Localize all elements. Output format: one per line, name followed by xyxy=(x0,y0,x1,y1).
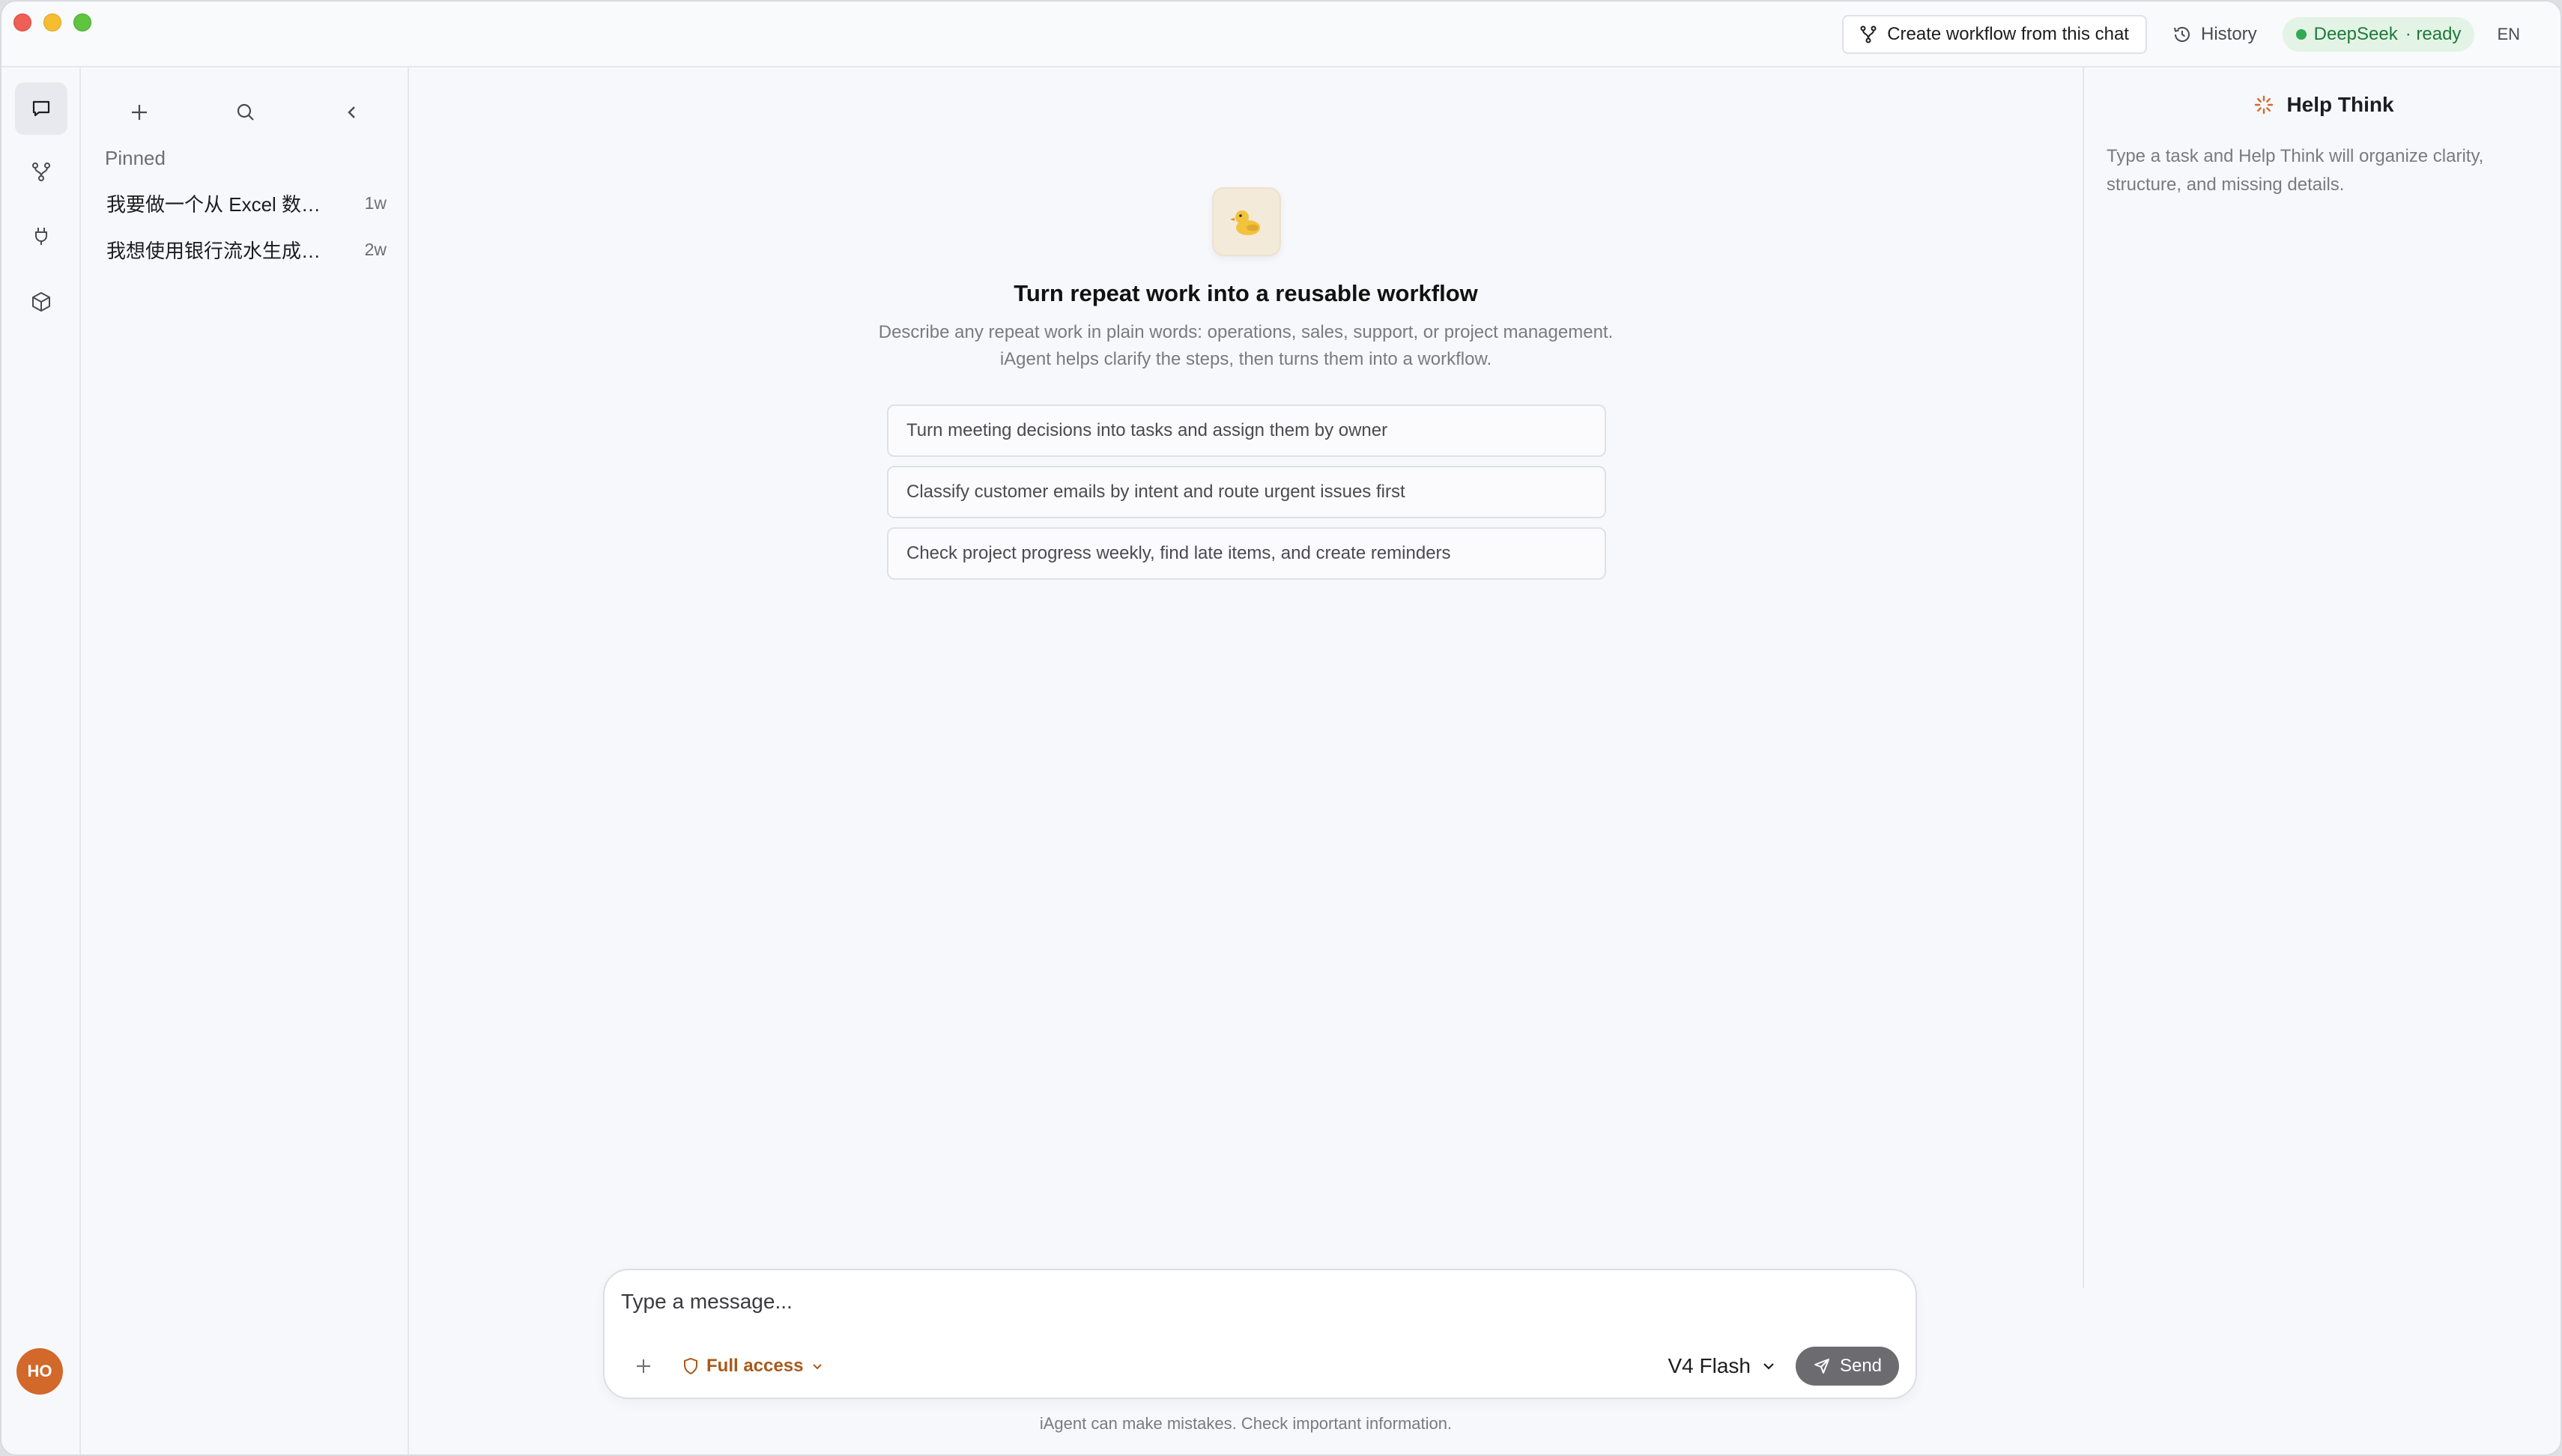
sidebar-toolbar xyxy=(81,90,408,135)
rail-chat-button[interactable] xyxy=(15,82,67,135)
cube-icon xyxy=(32,292,50,312)
icon-rail: HO xyxy=(1,67,81,1455)
search-chats-button[interactable] xyxy=(223,90,268,135)
provider-name: DeepSeek xyxy=(2313,24,2398,44)
chat-bubble-icon xyxy=(32,100,50,117)
help-think-header: Help Think xyxy=(2084,93,2561,117)
zoom-window-button[interactable] xyxy=(73,13,91,31)
history-icon xyxy=(2174,27,2190,42)
hero-title: Turn repeat work into a reusable workflo… xyxy=(1014,280,1478,306)
app-window: Create workflow from this chat History D… xyxy=(0,0,2562,1456)
language-toggle[interactable]: EN xyxy=(2497,25,2520,44)
access-level-dropdown[interactable]: Full access xyxy=(682,1350,824,1383)
send-label: Send xyxy=(1839,1356,1883,1376)
spinner-icon xyxy=(2255,95,2274,115)
duck-logo-icon xyxy=(1212,187,1281,256)
main-chat-area: Turn repeat work into a reusable workflo… xyxy=(409,67,2083,1455)
chat-time: 2w xyxy=(364,239,387,259)
pinned-section-label: Pinned xyxy=(105,147,166,169)
window-controls xyxy=(13,13,91,31)
chat-list-item[interactable]: 我要做一个从 Excel 数据… 1w xyxy=(96,181,399,225)
status-dot-icon xyxy=(2295,29,2307,40)
suggestion-chip[interactable]: Check project progress weekly, find late… xyxy=(887,527,1606,580)
history-label: History xyxy=(2200,24,2257,44)
chat-title: 我想使用银行流水生成报表 xyxy=(106,239,331,262)
rail-packages-button[interactable] xyxy=(15,276,67,328)
create-workflow-label: Create workflow from this chat xyxy=(1887,24,2129,44)
disclaimer-text: iAgent can make mistakes. Check importan… xyxy=(1039,1414,1453,1433)
workflow-icon xyxy=(32,163,50,181)
create-workflow-button[interactable]: Create workflow from this chat xyxy=(1842,15,2147,54)
search-icon xyxy=(237,103,254,121)
model-label: V4 Flash xyxy=(1668,1354,1751,1377)
message-input[interactable] xyxy=(621,1284,1895,1320)
provider-status: · ready xyxy=(2405,24,2462,44)
rail-plugins-button[interactable] xyxy=(15,210,67,262)
send-icon xyxy=(1814,1359,1829,1374)
attach-button[interactable] xyxy=(627,1350,660,1383)
access-level-label: Full access xyxy=(706,1356,804,1376)
new-chat-button[interactable] xyxy=(117,90,162,135)
send-button[interactable]: Send xyxy=(1796,1347,1899,1386)
close-window-button[interactable] xyxy=(13,13,31,31)
rail-workflow-button[interactable] xyxy=(15,145,67,198)
top-actions: Create workflow from this chat History D… xyxy=(1842,15,2520,54)
suggestion-chip[interactable]: Classify customer emails by intent and r… xyxy=(887,466,1606,518)
user-avatar[interactable]: HO xyxy=(16,1348,63,1395)
title-bar: Create workflow from this chat History D… xyxy=(1,1,2561,67)
chevron-left-icon xyxy=(348,106,355,118)
chat-list-item[interactable]: 我想使用银行流水生成报表 2w xyxy=(96,228,399,271)
hero-description: Describe any repeat work in plain words:… xyxy=(878,322,1614,369)
minimize-window-button[interactable] xyxy=(43,13,61,31)
chat-title: 我要做一个从 Excel 数据… xyxy=(106,192,331,216)
chat-time: 1w xyxy=(364,192,387,213)
chevron-down-icon xyxy=(813,1364,823,1370)
help-think-description: Type a task and Help Think will organize… xyxy=(2107,146,2484,195)
help-think-panel: Help Think Type a task and Help Think wi… xyxy=(2083,67,2561,1288)
plug-icon xyxy=(35,228,47,245)
plus-icon xyxy=(637,1359,650,1373)
provider-status-badge[interactable]: DeepSeek · ready xyxy=(2282,17,2475,52)
message-composer: Full access V4 Flash Send xyxy=(603,1269,1917,1399)
suggestion-chip[interactable]: Turn meeting decisions into tasks and as… xyxy=(887,404,1606,457)
collapse-sidebar-button[interactable] xyxy=(330,90,375,135)
chat-sidebar: Pinned 我要做一个从 Excel 数据… 1w 我想使用银行流水生成报表 … xyxy=(81,67,409,1455)
help-think-title: Help Think xyxy=(2286,93,2394,116)
history-button[interactable]: History xyxy=(2162,15,2268,54)
chevron-down-icon xyxy=(1763,1363,1774,1370)
plus-icon xyxy=(132,105,147,120)
workflow-icon xyxy=(1860,25,1877,43)
model-selector[interactable]: V4 Flash xyxy=(1668,1348,1777,1384)
shield-icon xyxy=(684,1357,697,1375)
